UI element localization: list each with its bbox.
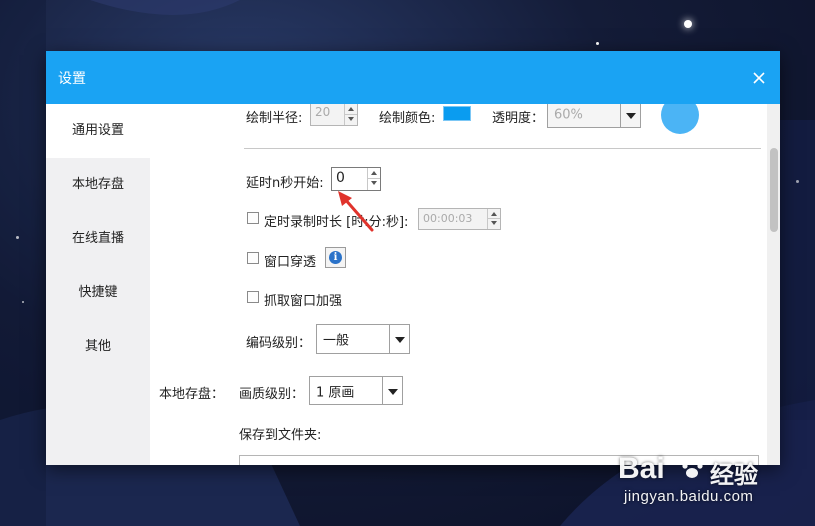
- content-scrollbar[interactable]: [767, 104, 780, 465]
- chevron-down-icon: [620, 104, 640, 127]
- quality-level-label: 画质级别：: [239, 387, 305, 402]
- timed-record-up-button[interactable]: [488, 209, 500, 219]
- window-passthrough-checkbox[interactable]: [247, 252, 259, 264]
- draw-color-swatch[interactable]: [443, 106, 471, 121]
- settings-content: 绘制半径: 20 绘制颜色: 透明度： 60% 延时n秒开始: 0 定时录制时长…: [150, 104, 767, 465]
- dialog-titlebar: 设置: [46, 51, 780, 104]
- draw-radius-up-button[interactable]: [345, 104, 357, 115]
- paw-icon: [682, 459, 703, 478]
- local-storage-section-label: 本地存盘：: [159, 387, 225, 402]
- encode-level-select[interactable]: 一般: [316, 324, 410, 354]
- quality-level-select[interactable]: 1 原画: [309, 376, 403, 405]
- sidebar-item-hotkeys[interactable]: 快捷键: [46, 266, 150, 320]
- info-button[interactable]: i: [325, 247, 346, 268]
- quality-level-value: 1 原画: [316, 385, 355, 400]
- baidu-jingyan-watermark: Bai 经验 jingyan.baidu.com: [618, 452, 808, 516]
- opacity-value: 60%: [554, 107, 583, 123]
- timed-record-stepper[interactable]: 00:00:03: [418, 208, 501, 230]
- annotation-arrow-icon: [338, 191, 374, 232]
- delay-value[interactable]: 0: [336, 170, 345, 186]
- close-icon: [753, 72, 765, 84]
- encode-level-value: 一般: [323, 333, 350, 349]
- timed-record-value: 00:00:03: [423, 212, 473, 225]
- timed-record-checkbox[interactable]: [247, 212, 259, 224]
- dialog-title: 设置: [58, 71, 86, 87]
- chevron-down-icon: [389, 325, 409, 353]
- info-icon: i: [329, 251, 342, 264]
- timed-record-down-button[interactable]: [488, 219, 500, 229]
- opacity-select[interactable]: 60%: [547, 104, 641, 128]
- scrollbar-thumb[interactable]: [770, 148, 778, 232]
- window-passthrough-label: 窗口穿透: [264, 255, 317, 270]
- draw-radius-arrows: [344, 104, 357, 125]
- delay-label: 延时n秒开始:: [246, 176, 324, 191]
- save-folder-label: 保存到文件夹:: [239, 428, 322, 443]
- sidebar-item-local-storage[interactable]: 本地存盘: [46, 158, 150, 212]
- section-divider: [244, 148, 761, 149]
- watermark-logo-cn: 经验: [710, 462, 758, 489]
- draw-radius-value: 20: [315, 105, 331, 119]
- delay-up-button[interactable]: [368, 168, 380, 179]
- draw-radius-stepper[interactable]: 20: [310, 104, 358, 126]
- color-preview-circle: [661, 104, 699, 134]
- draw-color-label: 绘制颜色:: [379, 111, 436, 126]
- timed-record-arrows: [487, 209, 500, 229]
- watermark-logo-text: Bai: [618, 452, 665, 485]
- chevron-down-icon: [382, 377, 402, 404]
- sidebar-item-live-stream[interactable]: 在线直播: [46, 212, 150, 266]
- sidebar-item-general[interactable]: 通用设置: [46, 104, 150, 158]
- capture-enhance-checkbox[interactable]: [247, 291, 259, 303]
- encode-level-label: 编码级别：: [246, 336, 312, 351]
- close-button[interactable]: [746, 65, 772, 91]
- sidebar-item-other[interactable]: 其他: [46, 320, 150, 374]
- draw-radius-label: 绘制半径:: [246, 111, 303, 126]
- watermark-url: jingyan.baidu.com: [624, 488, 754, 505]
- settings-sidebar: 通用设置 本地存盘 在线直播 快捷键 其他: [46, 104, 150, 465]
- draw-radius-down-button[interactable]: [345, 115, 357, 126]
- opacity-label: 透明度：: [492, 111, 545, 126]
- capture-enhance-label: 抓取窗口加强: [264, 294, 343, 309]
